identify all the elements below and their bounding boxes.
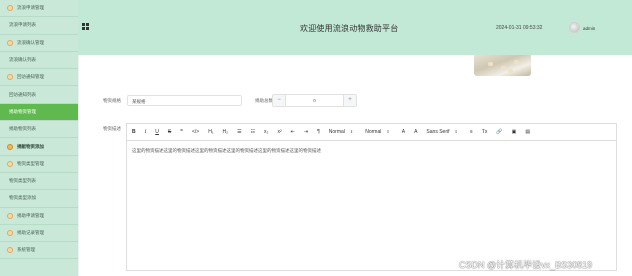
sidebar-item-type-list[interactable]: 物资类型列表 — [0, 173, 78, 191]
sidebar-item-label: 流浪申请列表 — [9, 22, 36, 28]
menu-bullet-icon — [7, 160, 13, 167]
align-icon[interactable]: ≡ — [470, 129, 473, 135]
quantity-decrement-button[interactable]: − — [273, 95, 286, 106]
blockquote-icon[interactable]: ❞ — [180, 129, 183, 135]
sidebar-item-label: 捐助物资列表 — [9, 126, 36, 132]
indent-icon[interactable]: ⇥ — [304, 129, 308, 135]
header-select[interactable]: Normal ⇕ — [365, 129, 389, 135]
sidebar-item-label: 流浪申请管理 — [17, 5, 44, 11]
quantity-value[interactable]: 0 — [286, 95, 343, 106]
sidebar-item-label: 回访通知管理 — [17, 74, 44, 80]
clean-format-icon[interactable]: Tx — [482, 129, 488, 135]
header-datetime: 2024-01-31 09:53:32 — [496, 25, 543, 31]
sidebar-item-stray-apply-list[interactable]: 流浪申请列表 — [0, 17, 78, 35]
menu-bullet-icon — [7, 230, 13, 236]
menu-bullet-icon — [7, 5, 13, 12]
sidebar-item-system-manage[interactable]: 系统管理 — [0, 242, 78, 260]
avatar[interactable] — [569, 22, 580, 33]
app-root: 流浪申请管理 流浪申请列表 流浪确认管理 流浪确认列表 回访通知管理 回访通知列… — [0, 0, 632, 276]
csdn-watermark: CSDN @计算机毕设vx_BS30819 — [459, 260, 593, 270]
image-icon[interactable]: ▣ — [512, 129, 517, 135]
size-select-value: Normal — [328, 129, 345, 135]
menu-grid-icon[interactable] — [82, 23, 89, 30]
select-caret-icon: ⇕ — [349, 129, 354, 134]
sidebar-item-stray-confirm-list[interactable]: 流浪确认列表 — [0, 52, 78, 70]
sidebar-item-donation-list[interactable]: 捐助物资列表 — [0, 121, 78, 139]
page-title: 欢迎使用流浪动物救助平台 — [300, 24, 399, 33]
strike-button[interactable]: S — [168, 129, 171, 135]
sidebar-item-label: 物资类型列表 — [9, 178, 36, 184]
sidebar-item-donation-manage[interactable]: 捐助物资管理 — [0, 103, 78, 122]
sidebar-item-type-add[interactable]: 物资类型添加 — [0, 190, 78, 208]
sidebar-item-donate-apply-manage[interactable]: 捐助申请管理 — [0, 208, 78, 225]
sidebar-item-type-manage[interactable]: 物资类型管理 — [0, 156, 78, 173]
outdent-icon[interactable]: ⇤ — [291, 129, 295, 135]
font-select[interactable]: Sans Serif ⇕ — [426, 129, 457, 135]
top-header: 欢迎使用流浪动物救助平台 2024-01-31 09:53:32 admin — [78, 0, 632, 55]
header2-button[interactable]: H₂ — [223, 129, 229, 135]
sidebar-item-label: 捐助物资管理 — [9, 108, 36, 114]
menu-bullet-icon — [7, 247, 13, 254]
username[interactable]: admin — [583, 26, 595, 31]
video-icon[interactable]: ▤ — [525, 129, 530, 135]
background-color-icon[interactable]: A — [414, 129, 417, 135]
menu-bullet-icon — [7, 39, 13, 46]
sidebar: 流浪申请管理 流浪申请列表 流浪确认管理 流浪确认列表 回访通知管理 回访通知列… — [0, 0, 78, 276]
donation-image-preview[interactable] — [474, 55, 531, 76]
sidebar-item-revisit-manage[interactable]: 回访通知管理 — [0, 69, 78, 87]
quantity-stepper: − 0 + — [272, 94, 357, 107]
menu-bullet-icon — [7, 143, 13, 150]
link-icon[interactable]: 🔗 — [496, 129, 502, 135]
sidebar-item-label: 捐助记录管理 — [17, 230, 44, 235]
text-color-icon[interactable]: A — [402, 129, 405, 135]
sidebar-item-donate-record-manage[interactable]: 捐助记录管理 — [0, 225, 78, 243]
bullet-list-icon[interactable]: ☷ — [251, 129, 255, 135]
spec-label: 物资规格 — [103, 98, 121, 103]
sidebar-item-label: 物资类型管理 — [17, 160, 44, 166]
text-direction-icon[interactable]: ¶ — [317, 129, 320, 135]
editor-toolbar: B I U S ❞ </> H₁ H₂ ☰ ☷ x₂ x² ⇤ ⇥ ¶ Norm… — [127, 124, 616, 141]
sidebar-item-label: 流浪确认列表 — [9, 57, 36, 63]
select-caret-icon: ⇕ — [454, 129, 458, 134]
header-select-value: Normal — [365, 129, 382, 135]
underline-button[interactable]: U — [155, 129, 159, 135]
editor-content[interactable]: 这里的物资描述这里的物资描述这里的物资描述这里的物资描述这里的物资描述这里的物资… — [127, 141, 616, 161]
sidebar-item-label: 物资类型添加 — [9, 195, 36, 201]
menu-bullet-icon — [7, 212, 13, 219]
description-label: 物资描述 — [103, 126, 121, 131]
sidebar-item-label: 捐助申请管理 — [17, 212, 44, 218]
sidebar-item-stray-apply-manage[interactable]: 流浪申请管理 — [0, 0, 78, 18]
main-content: 物资规格 某规格 捐助总数 − 0 + 物资描述 B I U S ❞ </> H… — [78, 55, 632, 276]
quantity-increment-button[interactable]: + — [343, 95, 356, 106]
sidebar-item-stray-confirm-manage[interactable]: 流浪确认管理 — [0, 35, 78, 52]
spec-input[interactable]: 某规格 — [127, 95, 242, 106]
bold-button[interactable]: B — [132, 129, 136, 135]
code-icon[interactable]: </> — [192, 129, 199, 135]
size-select[interactable]: Normal ⇕ — [329, 129, 353, 135]
rich-text-editor: B I U S ❞ </> H₁ H₂ ☰ ☷ x₂ x² ⇤ ⇥ ¶ Norm… — [126, 123, 617, 271]
sidebar-item-label: 回访通知列表 — [9, 91, 36, 97]
font-select-value: Sans Serif — [426, 129, 450, 135]
quantity-label: 捐助总数 — [255, 98, 273, 103]
subscript-button[interactable]: x₂ — [264, 129, 268, 135]
superscript-button[interactable]: x² — [278, 129, 282, 135]
sidebar-item-label: 捐献物资添加 — [17, 143, 44, 149]
ordered-list-icon[interactable]: ☰ — [237, 129, 241, 135]
header1-button[interactable]: H₁ — [208, 129, 213, 135]
select-caret-icon: ⇕ — [386, 129, 390, 134]
sidebar-item-revisit-list[interactable]: 回访通知列表 — [0, 86, 78, 104]
sidebar-item-donation-add[interactable]: 捐献物资添加 — [0, 138, 78, 156]
sidebar-item-label: 流浪确认管理 — [17, 39, 44, 45]
italic-button[interactable]: I — [145, 130, 147, 135]
menu-bullet-icon — [7, 74, 13, 81]
sidebar-item-label: 系统管理 — [17, 247, 35, 253]
